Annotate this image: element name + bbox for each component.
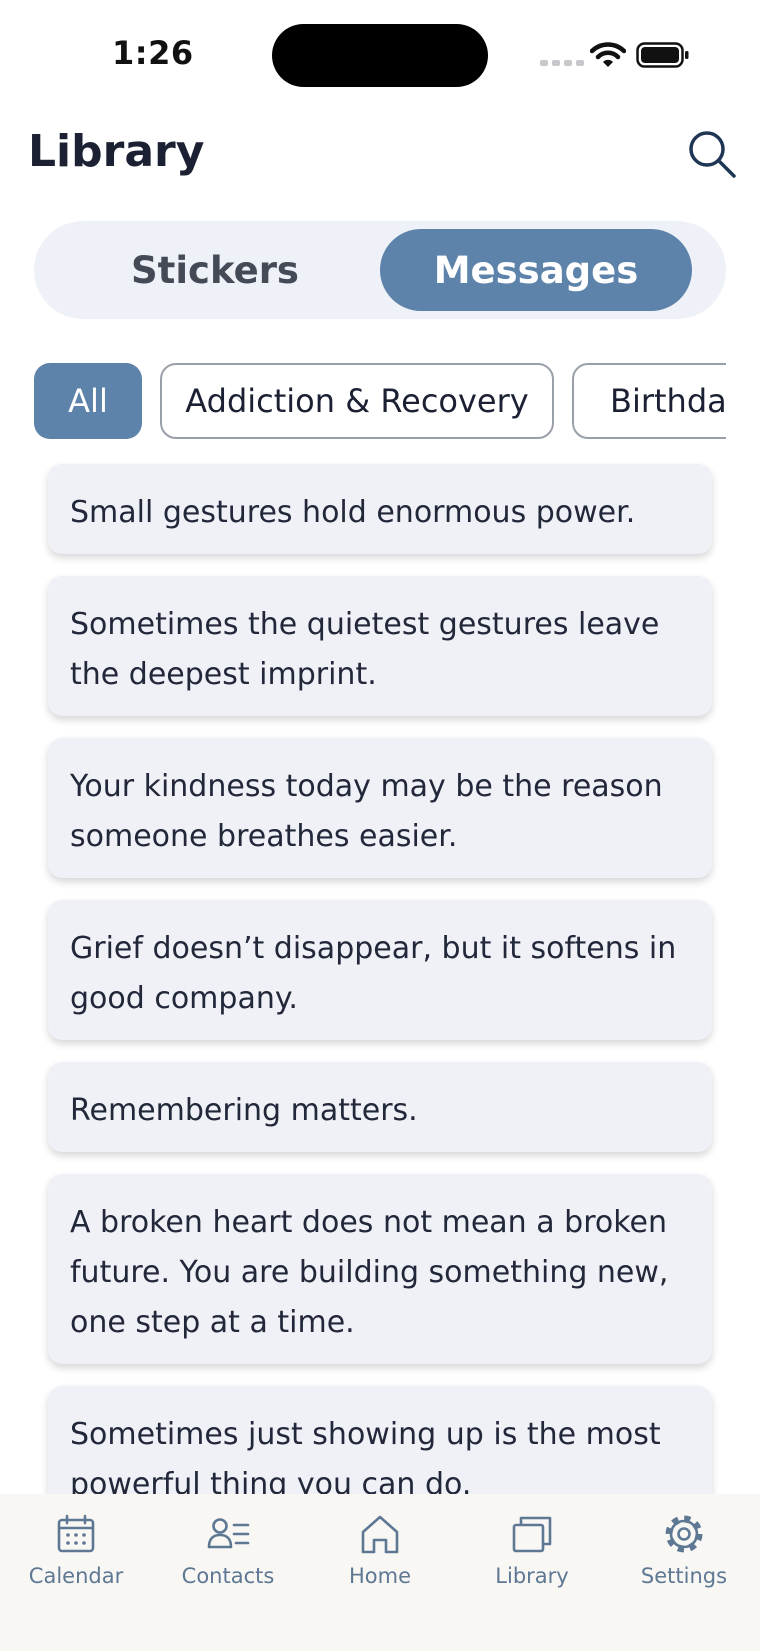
message-card[interactable]: Sometimes the quietest gestures leave th…	[48, 576, 712, 716]
wifi-icon	[590, 42, 626, 67]
filter-chip-addiction-recovery[interactable]: Addiction & Recovery	[160, 363, 554, 439]
tab-settings-label: Settings	[640, 1564, 728, 1588]
tab-home-label: Home	[348, 1564, 411, 1588]
message-card[interactable]: Your kindness today may be the reason so…	[48, 738, 712, 878]
message-list[interactable]: Small gestures hold enormous power. Some…	[0, 462, 760, 1494]
message-card[interactable]: Sometimes just showing up is the most po…	[48, 1386, 712, 1494]
status-bar: 1:26	[0, 0, 760, 110]
message-card[interactable]: Small gestures hold enormous power.	[48, 464, 712, 554]
tab-home[interactable]: Home	[304, 1512, 456, 1588]
filter-chip-row[interactable]: All Addiction & Recovery Birthday	[34, 363, 726, 439]
filter-chip-all[interactable]: All	[34, 363, 142, 439]
message-card[interactable]: Remembering matters.	[48, 1062, 712, 1152]
cellular-signal-icon	[540, 60, 584, 66]
tab-contacts[interactable]: Contacts	[152, 1512, 304, 1588]
bottom-tab-bar: Calendar Contacts Home Library Settings	[0, 1494, 760, 1651]
tab-calendar-label: Calendar	[28, 1564, 124, 1588]
filter-chip-birthday[interactable]: Birthday	[572, 363, 726, 439]
page-title: Library	[28, 126, 205, 177]
tab-library[interactable]: Library	[456, 1512, 608, 1588]
tab-library-label: Library	[495, 1564, 569, 1588]
tab-contacts-label: Contacts	[181, 1564, 275, 1588]
tab-settings[interactable]: Settings	[608, 1512, 760, 1588]
segmented-control: Stickers Messages	[34, 221, 726, 319]
battery-icon	[636, 42, 689, 68]
message-card[interactable]: Grief doesn’t disappear, but it softens …	[48, 900, 712, 1040]
tab-calendar[interactable]: Calendar	[0, 1512, 152, 1588]
calendar-icon	[57, 1514, 95, 1553]
search-icon[interactable]	[686, 128, 738, 180]
message-card[interactable]: A broken heart does not mean a broken fu…	[48, 1174, 712, 1364]
library-icon	[512, 1516, 552, 1553]
gear-icon	[665, 1515, 703, 1553]
segment-stickers[interactable]: Stickers	[48, 229, 382, 311]
home-icon	[361, 1515, 399, 1554]
status-time: 1:26	[112, 34, 194, 72]
dynamic-island	[272, 24, 488, 87]
contacts-icon	[207, 1518, 250, 1549]
segment-messages[interactable]: Messages	[380, 229, 692, 311]
